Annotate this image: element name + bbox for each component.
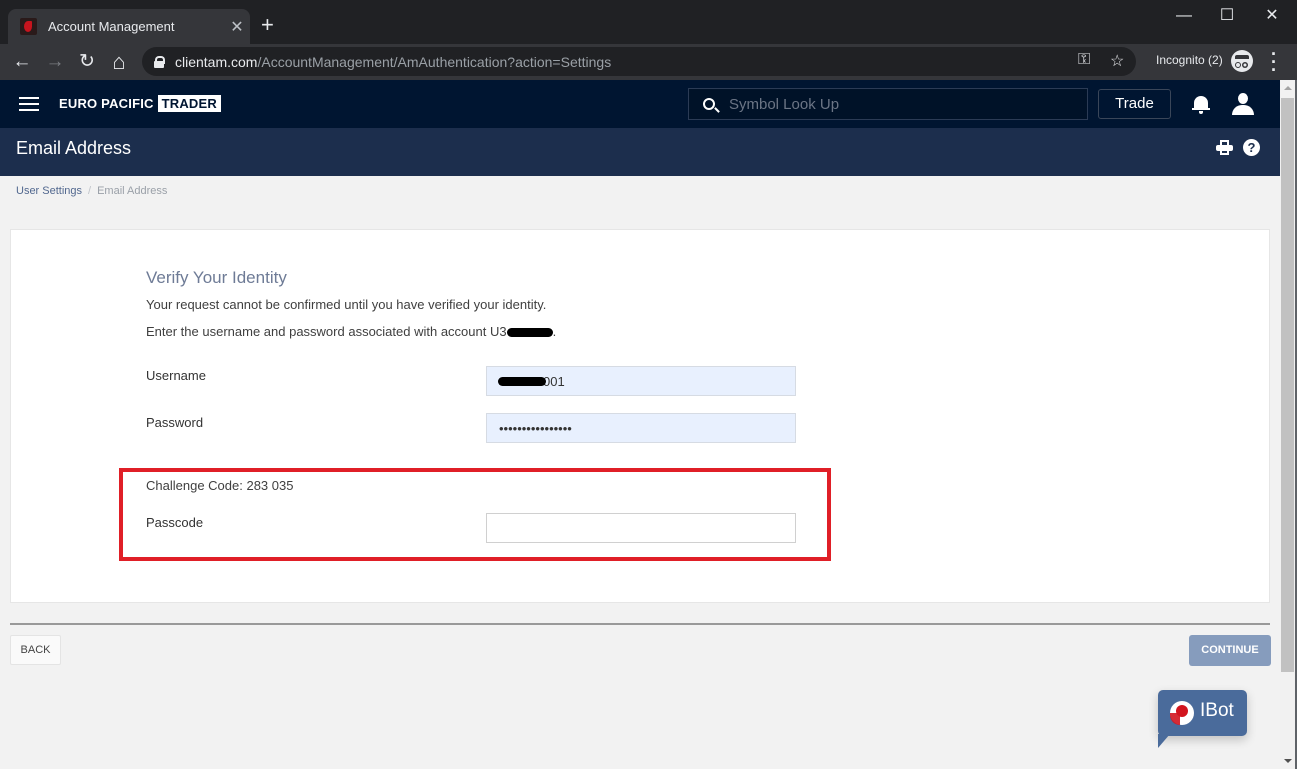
- breadcrumb: User Settings / Email Address: [16, 185, 167, 197]
- browser-menu-icon[interactable]: · · ·: [1267, 45, 1281, 79]
- ibot-label: IBot: [1200, 700, 1234, 721]
- key-icon[interactable]: ⚿: [1078, 51, 1090, 69]
- lock-icon: [154, 55, 165, 68]
- incognito-icon[interactable]: [1231, 50, 1253, 72]
- scrollbar-thumb[interactable]: [1281, 98, 1294, 672]
- new-tab-button[interactable]: +: [261, 12, 274, 38]
- trade-button[interactable]: Trade: [1098, 89, 1171, 119]
- page-viewport: EURO PACIFIC TRADER Trade Email Address …: [0, 80, 1297, 769]
- form-instructions-1: Your request cannot be confirmed until y…: [146, 297, 547, 312]
- hamburger-menu-icon[interactable]: [19, 97, 39, 111]
- url-path: /AccountManagement/AmAuthentication?acti…: [257, 53, 612, 70]
- breadcrumb-separator: /: [88, 185, 92, 197]
- notifications-bell-icon[interactable]: [1192, 94, 1210, 114]
- maximize-button[interactable]: ☐: [1205, 4, 1249, 28]
- back-arrow-icon[interactable]: ←: [9, 49, 35, 75]
- breadcrumb-email-address: Email Address: [97, 185, 168, 197]
- browser-tab[interactable]: Account Management ✕: [8, 9, 250, 44]
- ibot-chat-button[interactable]: IBot: [1158, 690, 1247, 748]
- back-button[interactable]: BACK: [10, 635, 61, 665]
- brand-primary: EURO PACIFIC: [59, 96, 154, 111]
- form-title: Verify Your Identity: [146, 268, 287, 287]
- user-profile-icon[interactable]: [1232, 93, 1254, 115]
- account-prefix-text: Enter the username and password associat…: [146, 324, 507, 339]
- print-icon[interactable]: [1216, 140, 1233, 155]
- user-head: [1238, 93, 1248, 104]
- printer-paper: [1220, 150, 1229, 155]
- help-icon[interactable]: ?: [1243, 139, 1260, 156]
- account-suffix: .: [552, 324, 557, 339]
- scroll-down-arrow-icon[interactable]: [1284, 759, 1292, 763]
- bell-base: [1192, 108, 1210, 110]
- verify-identity-card: Verify Your Identity Your request cannot…: [10, 229, 1270, 603]
- page-header: Email Address ?: [0, 128, 1280, 176]
- minimize-button[interactable]: —: [1162, 4, 1206, 28]
- site-favicon-icon: [20, 18, 37, 35]
- url-text[interactable]: clientam.com/AccountManagement/AmAuthent…: [175, 54, 611, 70]
- browser-tab-strip: Account Management ✕ + — ☐ ✕: [0, 0, 1297, 44]
- password-label: Password: [146, 415, 204, 430]
- password-input[interactable]: [486, 413, 796, 443]
- reload-icon[interactable]: ↻: [74, 49, 100, 75]
- tab-title: Account Management: [48, 19, 175, 34]
- continue-button[interactable]: CONTINUE: [1189, 635, 1271, 666]
- section-divider: [10, 623, 1270, 625]
- bell-clapper: [1199, 111, 1203, 114]
- form-instructions-2: Enter the username and password associat…: [146, 324, 556, 339]
- highlight-annotation-box: [119, 468, 831, 561]
- home-icon[interactable]: ⌂: [106, 49, 132, 75]
- top-navigation: EURO PACIFIC TRADER Trade: [0, 80, 1280, 128]
- brand-secondary: TRADER: [157, 95, 221, 112]
- tab-close-icon[interactable]: ✕: [224, 17, 250, 37]
- symbol-search[interactable]: [688, 88, 1088, 120]
- user-torso: [1232, 105, 1254, 115]
- brand-logo[interactable]: EURO PACIFIC TRADER: [59, 95, 221, 112]
- browser-toolbar: ← → ↻ ⌂ clientam.com/AccountManagement/A…: [0, 44, 1297, 80]
- username-label: Username: [146, 368, 206, 383]
- bookmark-star-icon[interactable]: ☆: [1110, 51, 1124, 71]
- url-host: clientam.com: [175, 53, 258, 70]
- forward-arrow-icon[interactable]: →: [42, 49, 68, 75]
- incognito-label[interactable]: Incognito (2): [1156, 53, 1223, 67]
- username-redaction: [498, 377, 546, 386]
- scroll-up-arrow-icon[interactable]: [1284, 86, 1292, 90]
- account-number-redaction: [506, 328, 553, 338]
- symbol-search-input[interactable]: [729, 95, 1069, 113]
- ibot-logo-icon: [1170, 701, 1194, 725]
- address-bar[interactable]: clientam.com/AccountManagement/AmAuthent…: [142, 47, 1136, 76]
- search-icon: [703, 98, 715, 110]
- close-window-button[interactable]: ✕: [1250, 4, 1294, 28]
- breadcrumb-user-settings[interactable]: User Settings: [16, 185, 82, 197]
- page-title: Email Address: [16, 138, 132, 158]
